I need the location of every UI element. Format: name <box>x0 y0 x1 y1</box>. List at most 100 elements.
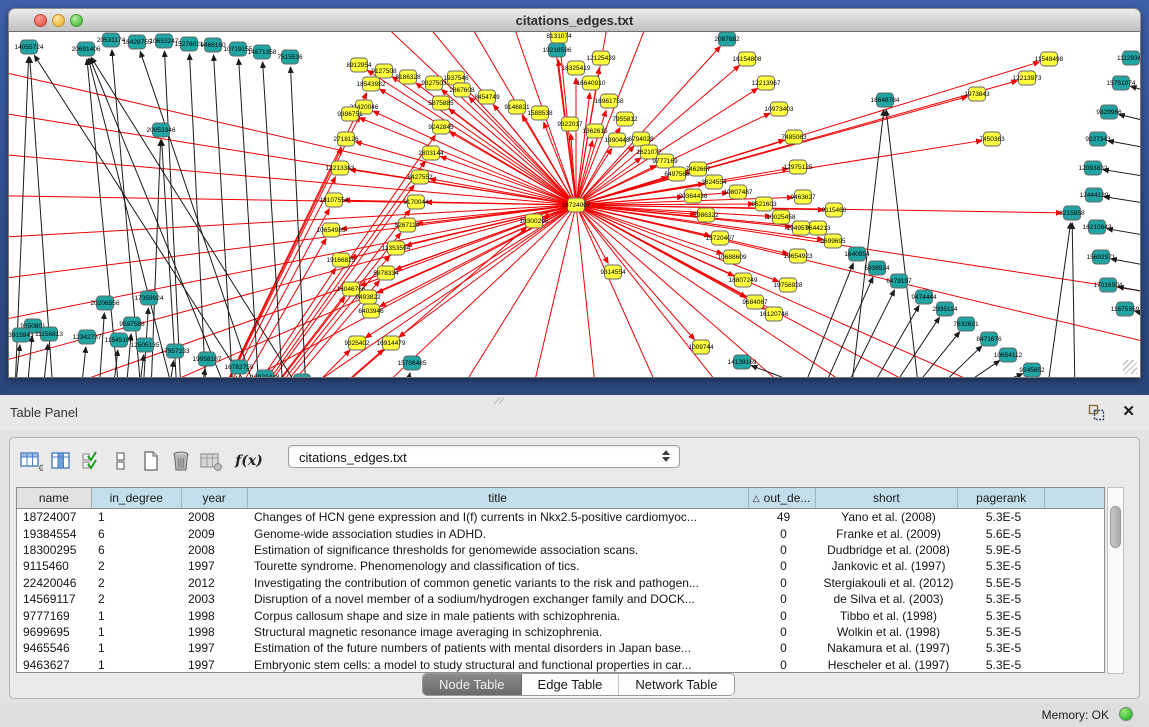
table-cell[interactable]: Yano et al. (2008) <box>817 509 960 525</box>
column-header-short[interactable]: short <box>816 488 959 508</box>
table-cell[interactable]: Nakamura et al. (1997) <box>817 640 960 656</box>
table-cell[interactable]: 5.5E-5 <box>960 575 1047 591</box>
table-cell[interactable]: 1998 <box>182 607 248 623</box>
table-cell[interactable]: 1 <box>92 624 182 640</box>
scrollbar-thumb[interactable] <box>1110 506 1121 548</box>
network-canvas[interactable]: 1405572420691406205311741642875510653247… <box>8 32 1141 378</box>
table-cell[interactable]: 5.3E-5 <box>960 640 1047 656</box>
table-mode-icon[interactable]: ⚙ <box>18 448 44 474</box>
table-cell[interactable]: 49 <box>750 509 817 525</box>
column-header-name[interactable]: name <box>17 488 92 508</box>
column-header-pagerank[interactable]: pagerank <box>958 488 1045 508</box>
table-cell[interactable]: Estimation of significance thresholds fo… <box>248 542 750 558</box>
table-cell[interactable]: Tourette syndrome. Phenomenology and cla… <box>248 558 750 574</box>
table-cell[interactable]: Genome-wide association studies in ADHD. <box>248 525 750 541</box>
table-cell[interactable]: 6 <box>92 525 182 541</box>
table-cell[interactable]: 0 <box>750 607 817 623</box>
table-cell[interactable]: Hescheler et al. (1997) <box>817 657 960 673</box>
create-column-icon[interactable] <box>138 448 164 474</box>
table-cell[interactable]: 5.3E-5 <box>960 657 1047 673</box>
table-cell[interactable]: 5.6E-5 <box>960 525 1047 541</box>
table-row[interactable]: 1830029562008Estimation of significance … <box>17 542 1104 558</box>
table-cell[interactable]: 9699695 <box>17 624 92 640</box>
table-cell[interactable]: 9777169 <box>17 607 92 623</box>
table-cell[interactable]: 5.3E-5 <box>960 558 1047 574</box>
table-cell[interactable]: 0 <box>750 591 817 607</box>
tab-node-table[interactable]: Node Table <box>423 674 522 695</box>
table-cell[interactable]: Stergiakouli et al. (2012) <box>817 575 960 591</box>
table-cell[interactable]: 22420046 <box>17 575 92 591</box>
table-cell[interactable]: 2008 <box>182 509 248 525</box>
table-cell[interactable]: 1 <box>92 640 182 656</box>
vertical-scrollbar[interactable] <box>1107 487 1124 674</box>
select-all-rows-icon[interactable] <box>78 448 104 474</box>
table-cell[interactable]: 2 <box>92 558 182 574</box>
tab-edge-table[interactable]: Edge Table <box>522 674 620 695</box>
tab-network-table[interactable]: Network Table <box>619 674 733 695</box>
table-cell[interactable]: 5.3E-5 <box>960 591 1047 607</box>
table-cell[interactable]: 18724007 <box>17 509 92 525</box>
table-cell[interactable]: 1 <box>92 607 182 623</box>
table-cell[interactable]: Tibbo et al. (1998) <box>817 607 960 623</box>
delete-table-icon[interactable] <box>198 448 224 474</box>
float-panel-icon[interactable] <box>1088 404 1105 421</box>
network-graph[interactable]: 1405572420691406205311741642875510653247… <box>9 32 1141 378</box>
table-row[interactable]: 911546021997Tourette syndrome. Phenomeno… <box>17 558 1104 574</box>
column-header-title[interactable]: title <box>248 488 749 508</box>
window-titlebar[interactable]: citations_edges.txt <box>8 8 1141 32</box>
table-cell[interactable]: 1997 <box>182 657 248 673</box>
table-cell[interactable]: 2009 <box>182 525 248 541</box>
table-cell[interactable]: Corpus callosum shape and size in male p… <box>248 607 750 623</box>
table-cell[interactable]: Franke et al. (2009) <box>817 525 960 541</box>
table-cell[interactable]: 9115460 <box>17 558 92 574</box>
table-cell[interactable]: 18300295 <box>17 542 92 558</box>
table-cell[interactable]: 1998 <box>182 624 248 640</box>
memory-ok-indicator[interactable] <box>1119 707 1133 721</box>
table-cell[interactable]: 2 <box>92 575 182 591</box>
table-cell[interactable]: 1 <box>92 657 182 673</box>
table-cell[interactable]: 2008 <box>182 542 248 558</box>
table-cell[interactable]: Wolkin et al. (1998) <box>817 624 960 640</box>
table-cell[interactable]: 0 <box>750 640 817 656</box>
table-cell[interactable]: 5.9E-5 <box>960 542 1047 558</box>
table-cell[interactable]: 0 <box>750 575 817 591</box>
table-cell[interactable]: 5.3E-5 <box>960 509 1047 525</box>
column-header-in_degree[interactable]: in_degree <box>92 488 182 508</box>
split-handle-icon[interactable]: ⟋⟋ <box>494 396 503 407</box>
row-height-icon[interactable] <box>108 448 134 474</box>
table-cell[interactable]: Structural magnetic resonance image aver… <box>248 624 750 640</box>
column-header-out_de[interactable]: △out_de... <box>749 488 816 508</box>
table-select-dropdown[interactable]: citations_edges.txt <box>288 445 680 468</box>
table-cell[interactable]: 5.3E-5 <box>960 607 1047 623</box>
table-cell[interactable]: 6 <box>92 542 182 558</box>
table-cell[interactable]: 1997 <box>182 640 248 656</box>
table-cell[interactable]: Investigating the contribution of common… <box>248 575 750 591</box>
table-row[interactable]: 2242004622012Investigating the contribut… <box>17 575 1104 591</box>
table-cell[interactable]: 9465546 <box>17 640 92 656</box>
table-row[interactable]: 946362711997Embryonic stem cells: a mode… <box>17 657 1104 673</box>
table-cell[interactable]: 2012 <box>182 575 248 591</box>
table-cell[interactable]: Estimation of the future numbers of pati… <box>248 640 750 656</box>
delete-column-icon[interactable] <box>168 448 194 474</box>
table-cell[interactable]: 2 <box>92 591 182 607</box>
graph-node[interactable] <box>294 374 311 378</box>
table-row[interactable]: 1938455462009Genome-wide association stu… <box>17 525 1104 541</box>
table-cell[interactable]: 0 <box>750 542 817 558</box>
show-columns-icon[interactable] <box>48 448 74 474</box>
close-panel-icon[interactable]: ✕ <box>1122 402 1135 420</box>
table-cell[interactable]: Jankovic et al. (1997) <box>817 558 960 574</box>
table-row[interactable]: 977716911998Corpus callosum shape and si… <box>17 607 1104 623</box>
table-cell[interactable]: Embryonic stem cells: a model to study s… <box>248 657 750 673</box>
column-header-year[interactable]: year <box>182 488 248 508</box>
function-builder-icon[interactable]: f(x) <box>236 448 262 474</box>
table-cell[interactable]: 0 <box>750 525 817 541</box>
table-cell[interactable]: 0 <box>750 558 817 574</box>
table-cell[interactable]: 1 <box>92 509 182 525</box>
table-cell[interactable]: 14569117 <box>17 591 92 607</box>
table-cell[interactable]: Disruption of a novel member of a sodium… <box>248 591 750 607</box>
table-cell[interactable]: 9463627 <box>17 657 92 673</box>
resize-grip-icon[interactable] <box>1123 360 1137 374</box>
table-row[interactable]: 969969511998Structural magnetic resonanc… <box>17 624 1104 640</box>
table-row[interactable]: 946554611997Estimation of the future num… <box>17 640 1104 656</box>
table-cell[interactable]: 1997 <box>182 558 248 574</box>
